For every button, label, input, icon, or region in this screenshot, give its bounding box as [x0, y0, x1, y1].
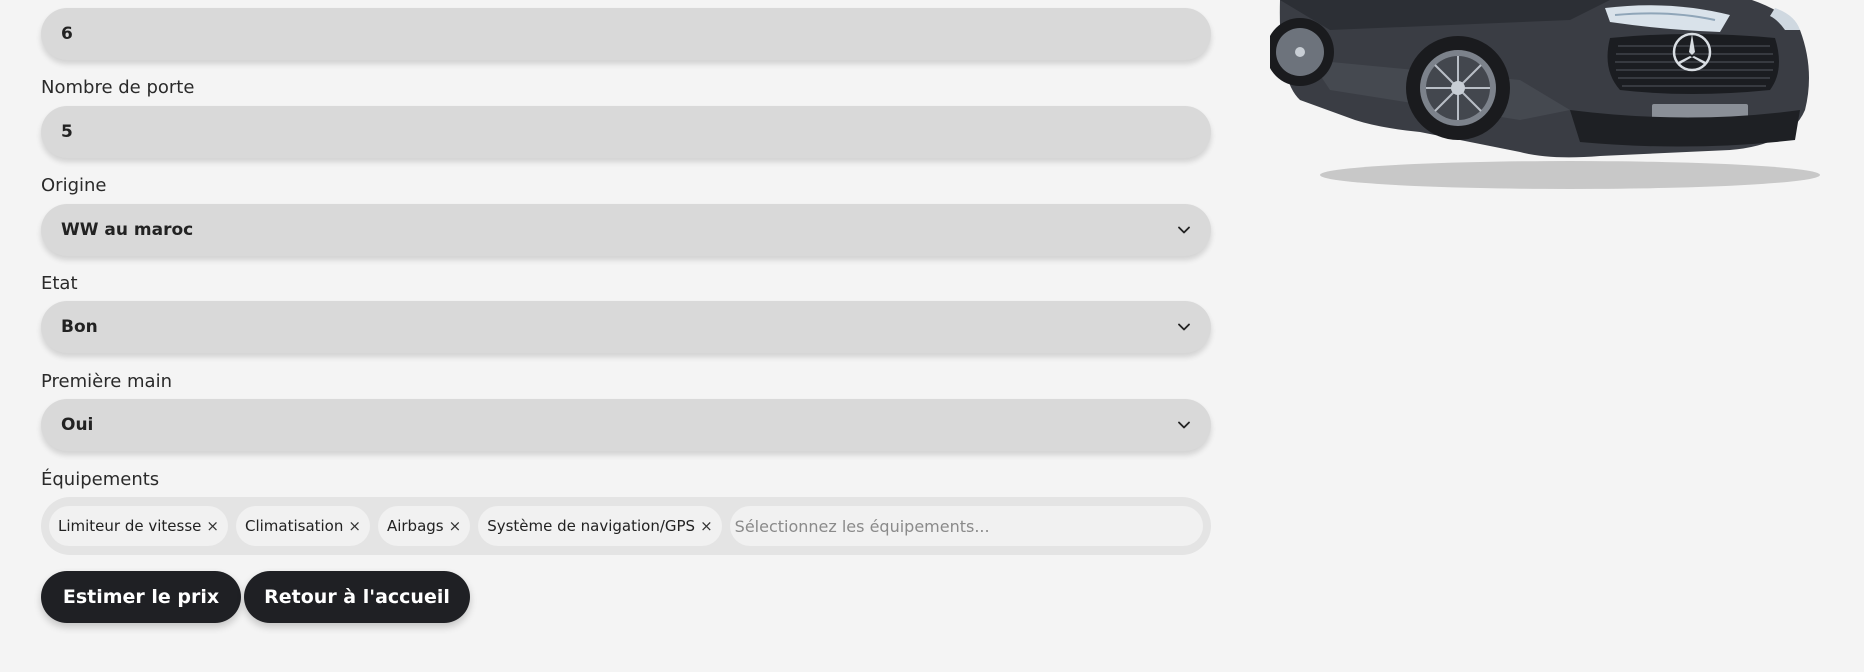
state-select[interactable]: Bon: [41, 301, 1211, 353]
remove-tag-icon[interactable]: ×: [206, 517, 219, 535]
top-number-input[interactable]: 6: [41, 8, 1211, 60]
first-hand-value: Oui: [61, 415, 94, 435]
doors-input[interactable]: 5: [41, 106, 1211, 158]
equipment-tag-label: Climatisation: [244, 517, 344, 535]
estimate-price-button[interactable]: Estimer le prix: [41, 571, 241, 623]
first-hand-select[interactable]: Oui: [41, 399, 1211, 451]
origin-label: Origine: [41, 175, 107, 196]
remove-tag-icon[interactable]: ×: [348, 517, 361, 535]
page: 6 Nombre de porte 5 Origine WW au maroc …: [0, 0, 1864, 672]
remove-tag-icon[interactable]: ×: [700, 517, 713, 535]
state-value: Bon: [61, 317, 98, 337]
car-image: [1270, 0, 1820, 189]
equipment-tag: Climatisation ×: [235, 506, 370, 546]
remove-tag-icon[interactable]: ×: [449, 517, 462, 535]
back-home-button[interactable]: Retour à l'accueil: [244, 571, 470, 623]
equipment-tag-label: Système de navigation/GPS: [487, 517, 696, 535]
equipment-tag-label: Limiteur de vitesse: [58, 517, 202, 535]
chevron-down-icon: [1177, 320, 1191, 334]
doors-label: Nombre de porte: [41, 77, 195, 98]
first-hand-label: Première main: [41, 371, 173, 392]
equipment-label: Équipements: [41, 469, 160, 490]
origin-select[interactable]: WW au maroc: [41, 204, 1211, 256]
origin-value: WW au maroc: [61, 220, 194, 240]
equipment-tag-label: Airbags: [386, 517, 444, 535]
equipment-tag: Airbags ×: [377, 506, 471, 546]
equipment-tag: Système de navigation/GPS ×: [478, 506, 722, 546]
state-label: Etat: [41, 273, 78, 294]
equipment-search-input[interactable]: [729, 506, 1203, 546]
doors-value: 5: [61, 122, 73, 142]
chevron-down-icon: [1177, 223, 1191, 237]
equipment-tag: Limiteur de vitesse ×: [49, 506, 228, 546]
chevron-down-icon: [1177, 418, 1191, 432]
top-number-value: 6: [61, 24, 73, 44]
equipment-multiselect[interactable]: Limiteur de vitesse × Climatisation × Ai…: [41, 497, 1211, 555]
